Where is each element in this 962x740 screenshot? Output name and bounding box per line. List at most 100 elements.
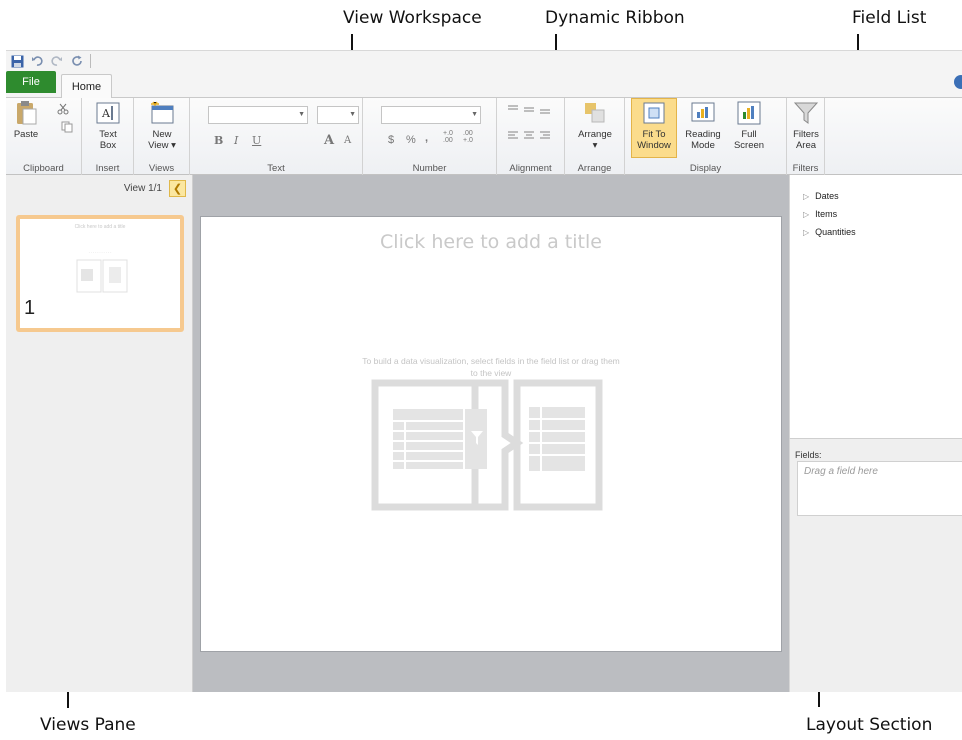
number-format-combo[interactable]: ▼ xyxy=(381,106,481,124)
expand-triangle-icon: ▷ xyxy=(803,209,810,219)
fields-drop-zone[interactable]: Drag a field here xyxy=(797,461,962,516)
ribbon-group-number: ▼ $ % , +.0 .00 .00 +.0 Number xyxy=(363,98,497,176)
bold-button[interactable]: B xyxy=(214,134,223,147)
refresh-icon[interactable] xyxy=(70,54,84,68)
ribbon-group-insert: A Text Box Insert xyxy=(82,98,134,176)
chevron-down-icon: ▼ xyxy=(471,111,478,118)
text-group-label: Text xyxy=(267,163,285,174)
filters-area-label: Filters Area xyxy=(793,129,819,151)
insert-group-label: Insert xyxy=(95,163,120,174)
ribbon-group-alignment: Alignment xyxy=(497,98,565,176)
callout-view-workspace: View Workspace xyxy=(343,8,482,28)
new-view-label: New View ▾ xyxy=(148,129,176,151)
ribbon-group-text: ▼ ▼ B I U A A Text xyxy=(190,98,363,176)
fit-to-window-icon xyxy=(643,102,665,124)
field-item-label: Dates xyxy=(815,191,839,201)
comma-button[interactable]: , xyxy=(425,132,428,144)
field-item-dates[interactable]: ▷ Dates xyxy=(803,191,839,201)
power-view-window: File Home Paste Clipboard A Text Box Ins… xyxy=(6,50,962,692)
ribbon-group-clipboard: Paste Clipboard xyxy=(6,98,82,176)
ribbon-group-views: New View ▾ Views xyxy=(134,98,190,176)
view-number: 1 xyxy=(24,297,36,319)
number-group-label: Number xyxy=(412,163,447,174)
reading-mode-button[interactable]: Reading Mode xyxy=(681,100,725,151)
new-view-icon xyxy=(151,101,174,124)
help-icon[interactable] xyxy=(954,75,962,89)
empty-view-hint: To build a data visualization, select fi… xyxy=(362,356,620,378)
drop-zone-placeholder: Drag a field here xyxy=(804,466,878,477)
ribbon-tabs: File Home xyxy=(6,71,962,98)
fit-to-window-button[interactable]: Fit To Window xyxy=(633,100,675,151)
views-pane: View 1/1 ❮ Click here to add a title - -… xyxy=(6,175,193,692)
view-canvas[interactable]: Click here to add a title To build a dat… xyxy=(201,217,781,651)
text-box-button[interactable]: A Text Box xyxy=(93,100,123,151)
arrange-group-label: Arrange xyxy=(577,163,612,174)
arrange-label: Arrange ▾ xyxy=(578,129,612,151)
increase-decimal-button[interactable]: +.0 .00 xyxy=(443,130,453,144)
arrange-icon xyxy=(585,103,605,123)
ribbon-group-display: Fit To Window Reading Mode Full Screen D… xyxy=(625,98,787,176)
tab-home[interactable]: Home xyxy=(61,74,112,98)
view-thumbnail[interactable]: Click here to add a title - - - - - - - … xyxy=(16,215,184,332)
fit-to-window-label: Fit To Window xyxy=(637,129,671,151)
arrange-button[interactable]: Arrange ▾ xyxy=(575,100,615,151)
filters-area-button[interactable]: Filters Area xyxy=(790,100,822,151)
dynamic-ribbon: Paste Clipboard A Text Box Insert New Vi… xyxy=(6,97,962,176)
tab-file[interactable]: File xyxy=(6,71,56,93)
text-box-label: Text Box xyxy=(99,129,117,151)
expand-triangle-icon: ▷ xyxy=(803,191,810,201)
percent-button[interactable]: % xyxy=(406,134,416,146)
ribbon-group-arrange: Arrange ▾ Arrange xyxy=(565,98,625,176)
full-screen-button[interactable]: Full Screen xyxy=(729,100,769,151)
views-counter: View 1/1 xyxy=(123,183,162,194)
italic-button[interactable]: I xyxy=(234,134,238,147)
qat-separator xyxy=(90,54,91,68)
underline-button[interactable]: U xyxy=(252,134,261,147)
filters-group-label: Filters xyxy=(792,163,819,174)
thumb-visualization-icon xyxy=(76,259,128,293)
paste-label: Paste xyxy=(13,129,39,140)
font-name-combo[interactable]: ▼ xyxy=(208,106,308,124)
clipboard-group-label: Clipboard xyxy=(23,163,64,174)
chevron-down-icon: ▼ xyxy=(349,111,356,118)
field-list: ▷ Dates ▷ Items ▷ Quantities xyxy=(789,175,962,438)
decrease-decimal-button[interactable]: .00 +.0 xyxy=(463,130,473,144)
full-screen-icon xyxy=(737,101,761,125)
visualization-placeholder-icon xyxy=(371,379,603,511)
alignment-group-label: Alignment xyxy=(509,163,552,174)
field-item-quantities[interactable]: ▷ Quantities xyxy=(803,227,856,237)
field-item-items[interactable]: ▷ Items xyxy=(803,209,837,219)
callout-dynamic-ribbon: Dynamic Ribbon xyxy=(545,8,685,28)
align-left-icon[interactable] xyxy=(506,130,554,142)
collapse-views-button[interactable]: ❮ xyxy=(169,180,186,197)
grow-font-button[interactable]: A xyxy=(324,133,334,148)
expand-triangle-icon: ▷ xyxy=(803,227,810,237)
currency-button[interactable]: $ xyxy=(388,134,394,146)
fields-label: Fields: xyxy=(795,450,822,460)
align-top-icon[interactable] xyxy=(506,104,554,116)
font-size-combo[interactable]: ▼ xyxy=(317,106,359,124)
display-group-label: Display xyxy=(689,163,722,174)
shrink-font-button[interactable]: A xyxy=(344,135,351,146)
thumb-title: Click here to add a title xyxy=(74,224,126,230)
title-placeholder[interactable]: Click here to add a title xyxy=(201,231,781,253)
save-icon[interactable] xyxy=(10,54,24,68)
new-view-button[interactable]: New View ▾ xyxy=(146,100,178,151)
redo-icon[interactable] xyxy=(50,54,64,68)
full-screen-label: Full Screen xyxy=(733,129,765,151)
field-item-label: Quantities xyxy=(815,227,856,237)
filter-icon xyxy=(793,102,819,124)
text-box-icon: A xyxy=(96,102,120,124)
chevron-down-icon: ▼ xyxy=(298,111,305,118)
ribbon-group-filters: Filters Area Filters xyxy=(787,98,825,176)
copy-icon[interactable] xyxy=(60,120,74,134)
cut-icon[interactable] xyxy=(56,102,70,116)
callout-layout-section: Layout Section xyxy=(806,715,933,735)
view-thumbnail-page: Click here to add a title - - - - - - - … xyxy=(20,219,180,328)
reading-mode-label: Reading Mode xyxy=(685,129,721,151)
undo-icon[interactable] xyxy=(30,54,44,68)
field-item-label: Items xyxy=(815,209,838,219)
paste-icon xyxy=(17,101,37,125)
paste-button[interactable]: Paste xyxy=(11,100,41,140)
chevron-left-icon: ❮ xyxy=(172,183,183,195)
